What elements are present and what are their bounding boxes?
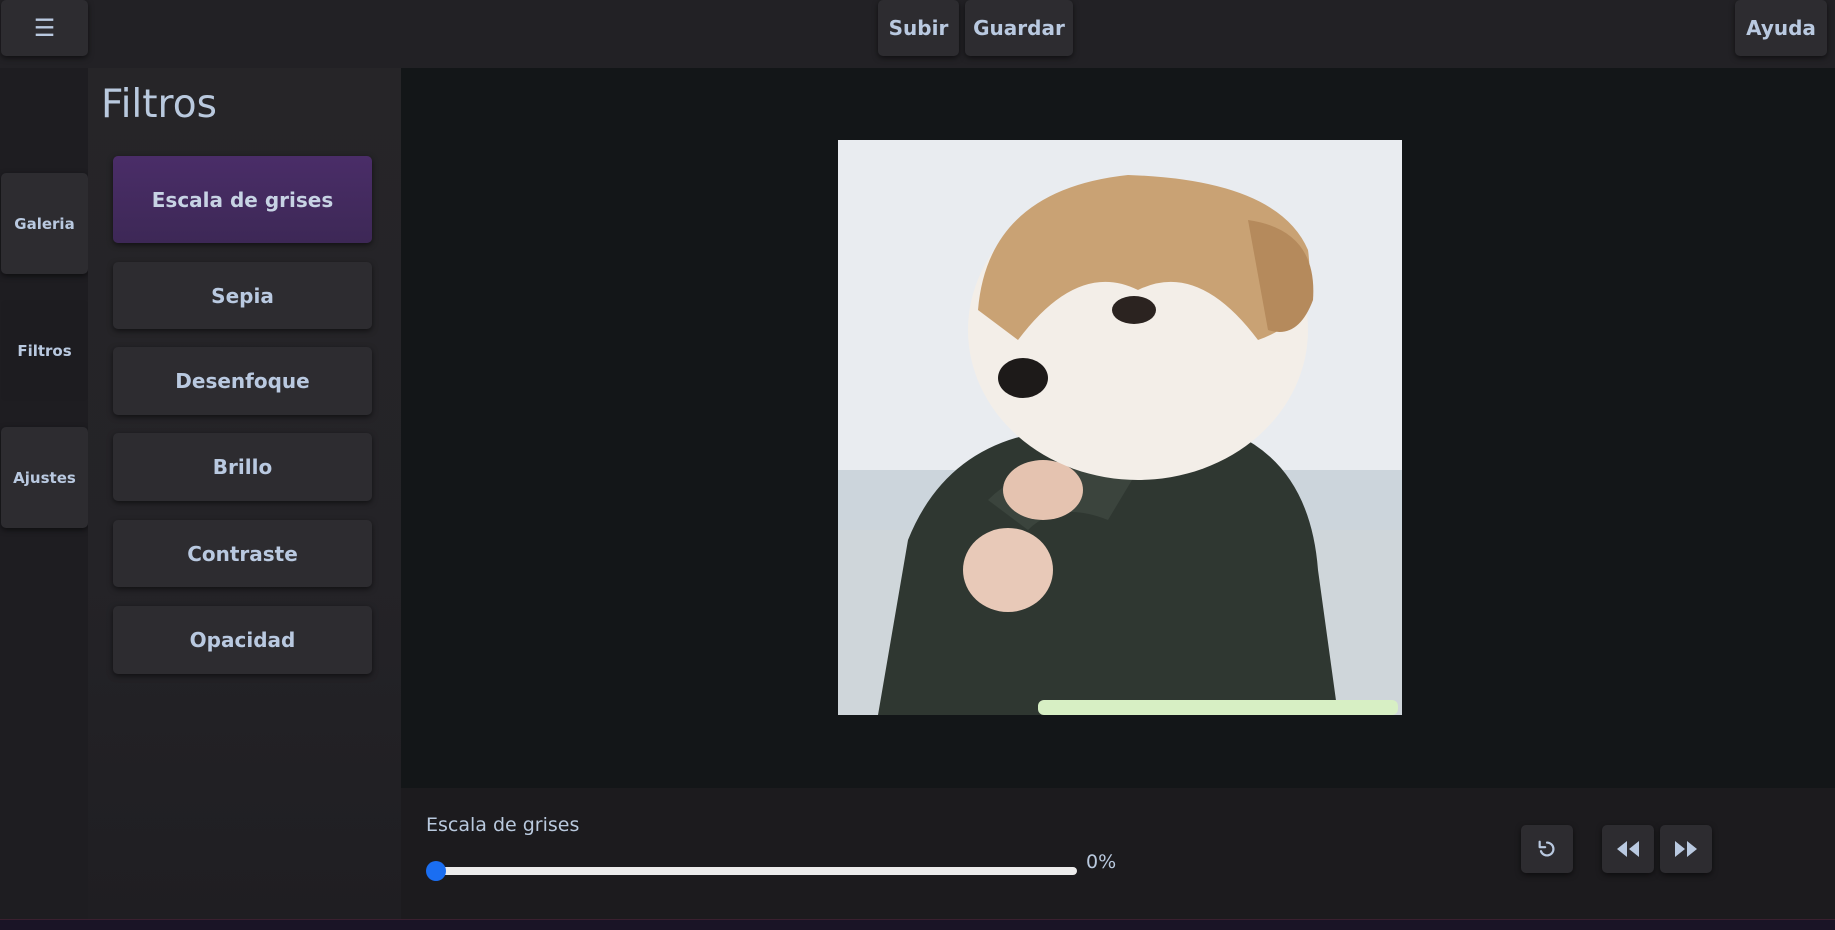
panel-title: Filtros: [101, 82, 217, 127]
rail-item-settings[interactable]: Ajustes: [1, 427, 88, 528]
filter-brightness-button[interactable]: Brillo: [113, 433, 372, 501]
filter-grayscale-button[interactable]: Escala de grises: [113, 156, 372, 243]
filter-controls: Escala de grises 0%: [401, 788, 1835, 919]
help-button[interactable]: Ayuda: [1735, 0, 1827, 56]
rail-item-filters[interactable]: Filtros: [1, 300, 88, 401]
reset-button[interactable]: [1521, 825, 1573, 873]
undo-icon: [1538, 840, 1555, 857]
filters-panel: Filtros Escala de grises Sepia Desenfoqu…: [88, 68, 401, 919]
save-button[interactable]: Guardar: [965, 0, 1073, 56]
slider-value: 0%: [1086, 851, 1117, 873]
top-bar: ☰ Subir Guardar Ayuda: [0, 0, 1835, 68]
rewind-button[interactable]: [1602, 825, 1654, 873]
fast-forward-button[interactable]: [1660, 825, 1712, 873]
filter-opacity-button[interactable]: Opacidad: [113, 606, 372, 674]
filter-sepia-button[interactable]: Sepia: [113, 262, 372, 329]
intensity-slider-thumb[interactable]: [426, 861, 446, 881]
bottom-strip: [0, 919, 1835, 930]
filter-blur-button[interactable]: Desenfoque: [113, 347, 372, 415]
preview-image: [838, 140, 1402, 715]
filter-contrast-button[interactable]: Contraste: [113, 520, 372, 587]
menu-button[interactable]: ☰: [1, 0, 88, 56]
hamburger-icon: ☰: [33, 14, 56, 42]
fast-forward-icon: [1675, 841, 1697, 857]
slider-label: Escala de grises: [426, 814, 580, 836]
side-rail: Galeria Filtros Ajustes: [0, 68, 88, 919]
rail-item-gallery[interactable]: Galeria: [1, 173, 88, 274]
rewind-icon: [1617, 841, 1639, 857]
intensity-slider-track[interactable]: [431, 867, 1077, 875]
image-canvas: [401, 68, 1835, 788]
puppy-in-suit-image: [838, 140, 1402, 715]
upload-button[interactable]: Subir: [878, 0, 959, 56]
